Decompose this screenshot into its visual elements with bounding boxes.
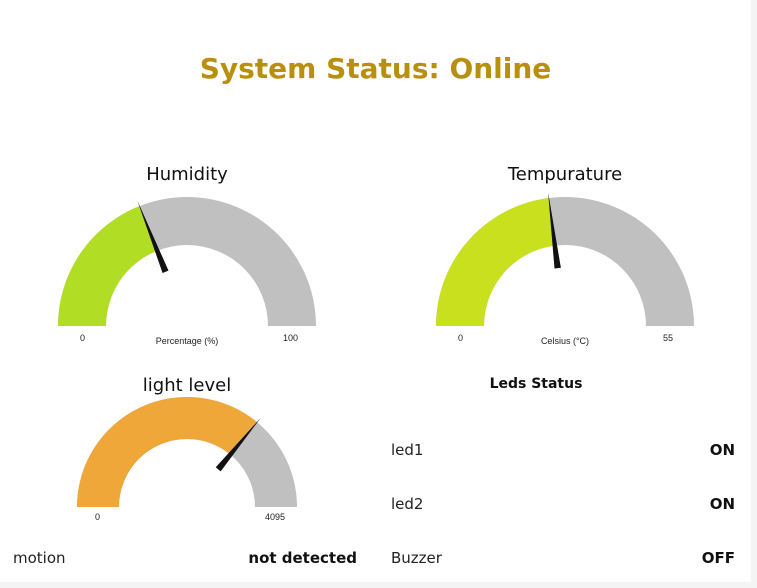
led2-status: ON bbox=[709, 495, 735, 513]
leds-status-title: Leds Status bbox=[489, 376, 583, 392]
motion-label: motion bbox=[13, 549, 66, 567]
buzzer-label: Buzzer bbox=[391, 549, 442, 567]
light-max-label: 4095 bbox=[265, 512, 286, 522]
motion-status: not detected bbox=[248, 549, 357, 567]
led1-label: led1 bbox=[391, 441, 424, 459]
led2-label: led2 bbox=[391, 495, 424, 513]
buzzer-status: OFF bbox=[701, 549, 735, 567]
dashboard-panel: System Status: Online Humidity 0 Percent… bbox=[0, 0, 751, 582]
led1-status: ON bbox=[709, 441, 735, 459]
light-min-label: 0 bbox=[95, 512, 101, 522]
